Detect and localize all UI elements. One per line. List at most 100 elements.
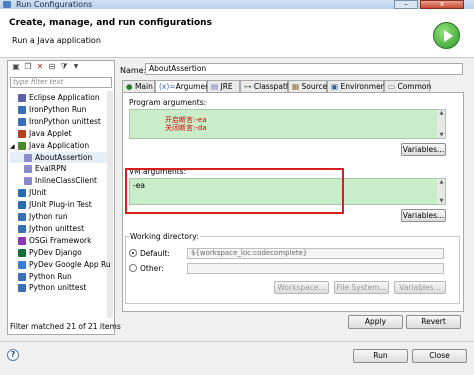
tree-item[interactable]: EvalRPN (10, 163, 107, 174)
tab-common[interactable]: ▭ Common (384, 80, 431, 92)
header-title: Create, manage, and run configurations (9, 18, 212, 28)
python-test-icon (18, 284, 26, 293)
tree-item-label: Python unittest (29, 283, 87, 293)
program-args-label: Program arguments: (129, 98, 207, 107)
junit-icon (18, 189, 26, 198)
python-icon (18, 272, 26, 281)
close-button[interactable]: Close (412, 349, 467, 363)
junit-plugin-icon (18, 201, 26, 210)
tree-item-label: Java Application (29, 140, 90, 150)
python-icon (18, 105, 26, 114)
scroll-up-icon[interactable]: ▲ (438, 110, 445, 116)
file-system-button[interactable]: File System... (334, 281, 389, 294)
default-directory-input: ${workspace_loc:codecomplete} (187, 248, 444, 259)
tree-item[interactable]: ◢ Java Application (10, 140, 107, 151)
tree-item[interactable]: JUnit Plug-in Test (10, 199, 107, 210)
tree-item-label: Jython unittest (29, 223, 85, 233)
tree-item-label: EvalRPN (35, 164, 67, 174)
tree-scrollbar[interactable] (107, 91, 113, 318)
collapse-all-icon[interactable]: ⊟ (47, 62, 57, 71)
run-icon (433, 22, 460, 49)
apply-button[interactable]: Apply (348, 315, 403, 329)
tree-item[interactable]: JUnit (10, 187, 107, 198)
program-args-scrollbar[interactable]: ▲ ▼ (437, 110, 445, 138)
tree-item[interactable]: OSGi Framework (10, 235, 107, 246)
window-title: Run Configurations (16, 0, 93, 9)
run-button[interactable]: Run (353, 349, 408, 363)
scroll-down-icon[interactable]: ▼ (438, 132, 445, 138)
tree-item[interactable]: IronPython Run (10, 104, 107, 115)
tree-item[interactable]: PyDev Django (10, 247, 107, 258)
name-input[interactable]: AboutAssertion (145, 63, 463, 75)
tree-item[interactable]: Jython run (10, 211, 107, 222)
directory-variables-button[interactable]: Variables... (394, 281, 446, 294)
help-icon[interactable]: ? (7, 349, 19, 361)
default-label: Default: (140, 249, 170, 258)
other-radio[interactable] (129, 264, 137, 272)
classpath-tab-icon: ⊶ (244, 82, 252, 91)
tree-item[interactable]: Python Run (10, 271, 107, 282)
google-app-icon (18, 260, 26, 269)
tab-main-label: Main (134, 82, 153, 91)
scroll-up-icon[interactable]: ▲ (438, 179, 445, 185)
tab-jre[interactable]: ▤ JRE (207, 80, 240, 92)
tab-arguments[interactable]: (x)=Arguments (155, 80, 217, 92)
tree-item[interactable]: IronPython unittest (10, 116, 107, 127)
tab-classpath[interactable]: ⊶ Classpath (240, 80, 291, 92)
tab-source[interactable]: ▦ Source (288, 80, 327, 92)
java-class-icon (24, 165, 32, 174)
tab-environment[interactable]: ▣ Environment (327, 80, 388, 92)
other-directory-input[interactable] (187, 263, 444, 274)
jython-icon (18, 213, 26, 221)
tree-item[interactable]: Jython unittest (10, 223, 107, 234)
tree-item-label: Jython run (29, 212, 68, 221)
tree-item[interactable]: Java Applet (10, 128, 107, 139)
footer-separator (0, 341, 474, 342)
name-label: Name: (120, 66, 147, 75)
workspace-button[interactable]: Workspace... (274, 281, 329, 294)
tree-item-label: PyDev Django (29, 247, 82, 257)
tree-item-label: IronPython unittest (29, 116, 101, 126)
other-label: Other: (140, 264, 164, 273)
arguments-tab-icon: (x)= (159, 82, 176, 91)
revert-button[interactable]: Revert (406, 315, 461, 329)
delete-icon[interactable]: ✕ (35, 62, 45, 71)
tree-item[interactable]: InlineClassClient (10, 175, 107, 186)
tab-source-label: Source (301, 82, 328, 91)
app-icon (3, 1, 11, 8)
program-args-annotation-1: 开启断言:-ea (165, 116, 207, 124)
vm-variables-button[interactable]: Variables... (401, 209, 446, 222)
filter-input[interactable]: type filter text (10, 77, 112, 88)
tree-item-label: IronPython Run (29, 104, 87, 114)
new-config-icon[interactable]: ▣ (11, 62, 21, 71)
tree-item[interactable]: Eclipse Application (10, 92, 107, 103)
tree-item[interactable]: AboutAssertion (10, 151, 107, 163)
vm-args-scrollbar[interactable]: ▲ ▼ (437, 179, 445, 204)
tree-item-label: InlineClassClient (35, 176, 97, 186)
tab-classpath-label: Classpath (253, 82, 291, 91)
program-variables-button[interactable]: Variables... (401, 143, 446, 156)
tree-item-label: JUnit Plug-in Test (29, 200, 92, 210)
highlight-annotation-box (125, 168, 344, 214)
close-window-button[interactable]: x (420, 0, 464, 9)
tab-environment-label: Environment (340, 82, 389, 91)
source-tab-icon: ▦ (292, 82, 300, 91)
tree-item[interactable]: PyDev Google App Ru (10, 259, 111, 270)
tree-item-label: JUnit (29, 188, 47, 198)
tree-item[interactable]: Python unittest (10, 282, 107, 293)
tree-item-label: Python Run (29, 271, 72, 281)
java-class-icon (24, 177, 32, 186)
filter-icon[interactable]: ⧩ (59, 62, 69, 71)
default-radio[interactable] (129, 249, 137, 257)
duplicate-icon[interactable]: ❐ (23, 62, 33, 71)
tab-main[interactable]: ● Main (122, 80, 155, 92)
tab-jre-label: JRE (220, 82, 233, 91)
minimize-button[interactable]: – (394, 0, 418, 9)
java-app-icon (18, 141, 26, 150)
expand-arrow-icon[interactable]: ◢ (10, 141, 18, 152)
environment-tab-icon: ▣ (331, 82, 339, 91)
dialog-header: Create, manage, and run configurations R… (0, 9, 474, 58)
program-args-annotation-2: 关闭断言:-da (165, 124, 207, 132)
scroll-down-icon[interactable]: ▼ (438, 198, 445, 204)
dropdown-arrow-icon[interactable]: ▼ (71, 62, 81, 71)
